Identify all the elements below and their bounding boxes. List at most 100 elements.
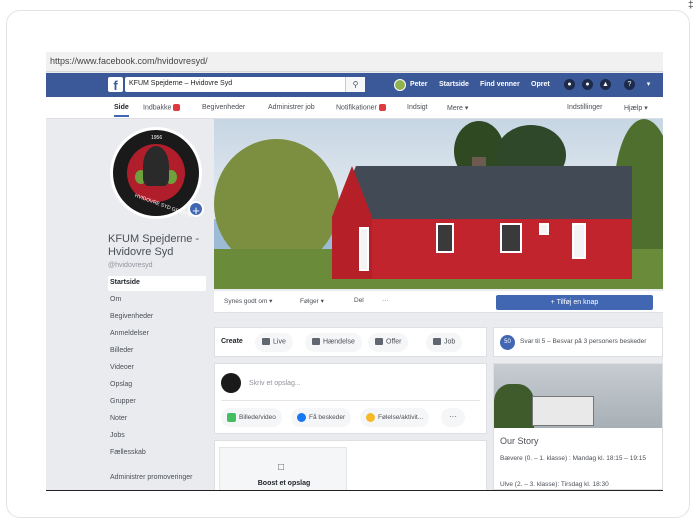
feeling-activity-label: Følelse/aktivit... bbox=[378, 414, 424, 422]
cover-house-wall bbox=[336, 219, 632, 279]
smiley-icon bbox=[366, 413, 375, 422]
create-label: Create bbox=[221, 338, 243, 345]
help-icon[interactable]: ? bbox=[624, 79, 635, 90]
create-event-button[interactable]: Hændelse bbox=[305, 333, 362, 352]
tab-notifications[interactable]: Notifikationer bbox=[336, 104, 386, 111]
response-notice[interactable]: 50 Svar til 5 – Besvar på 3 personers be… bbox=[493, 327, 663, 357]
page-avatar bbox=[221, 373, 241, 393]
header-link-create[interactable]: Opret bbox=[531, 81, 550, 88]
create-job-label: Job bbox=[444, 338, 456, 346]
facebook-logo-icon[interactable]: f bbox=[108, 77, 123, 93]
sidebar-manage-promotions[interactable]: Administrer promoveringer bbox=[108, 471, 206, 486]
share-button[interactable]: Del bbox=[354, 297, 364, 304]
liked-button[interactable]: Synes godt om ▾ bbox=[224, 297, 272, 305]
photo-video-button[interactable]: Billede/video bbox=[221, 408, 282, 427]
search-input[interactable]: KFUM Spejderne – Hvidovre Syd bbox=[125, 77, 365, 92]
response-notice-text: Svar til 5 – Besvar på 3 personers beske… bbox=[520, 338, 647, 345]
sidebar-item-about[interactable]: Om bbox=[108, 293, 206, 308]
sidebar-item-reviews[interactable]: Anmeldelser bbox=[108, 327, 206, 342]
tab-page[interactable]: Side bbox=[114, 104, 129, 117]
messenger-small-icon bbox=[297, 413, 306, 422]
create-job-button[interactable]: Job bbox=[426, 333, 463, 352]
account-menu-icon[interactable]: ▾ bbox=[643, 79, 654, 90]
cover-window-4 bbox=[572, 223, 586, 259]
cover-window-3 bbox=[539, 223, 549, 235]
facebook-screenshot: https://www.facebook.com/hvidovresyd/ f … bbox=[46, 52, 663, 490]
tab-inbox[interactable]: Indbakke bbox=[143, 104, 181, 112]
browser-url-bar[interactable]: https://www.facebook.com/hvidovresyd/ bbox=[46, 52, 663, 72]
boost-post-label: Boost et opslag bbox=[257, 480, 311, 487]
offer-tag-icon bbox=[375, 338, 383, 345]
sidebar-item-home[interactable]: Startside bbox=[108, 276, 206, 291]
facebook-header: f KFUM Spejderne – Hvidovre Syd ⚲ Peter … bbox=[46, 73, 663, 97]
cover-window-1 bbox=[436, 223, 454, 253]
create-event-label: Hændelse bbox=[323, 338, 355, 346]
boost-post-card[interactable]: □ Boost et opslag bbox=[219, 447, 347, 490]
left-sidebar: 1956 HVIDOVRE SYD GRUPPE + KFUM Spejdern… bbox=[108, 119, 211, 490]
feeling-activity-button[interactable]: Følelse/aktivit... bbox=[360, 408, 430, 427]
tab-help[interactable]: Hjælp ▾ bbox=[624, 104, 648, 112]
thumb-icon: □ bbox=[278, 462, 285, 473]
header-link-find-friends[interactable]: Find venner bbox=[480, 81, 520, 88]
tab-insights[interactable]: Indsigt bbox=[407, 104, 428, 111]
tab-events[interactable]: Begivenheder bbox=[202, 104, 245, 111]
create-live-label: Live bbox=[273, 338, 286, 346]
tab-manage-jobs[interactable]: Administrer job bbox=[268, 104, 315, 111]
cover-window-2 bbox=[500, 223, 522, 253]
sidebar-item-jobs[interactable]: Jobs bbox=[108, 429, 206, 444]
post-composer: Skriv et opslag... Billede/video Få besk… bbox=[214, 363, 487, 434]
create-panel: Create Live Hændelse Offer Job bbox=[214, 327, 487, 357]
page-handle[interactable]: @hvidovresyd bbox=[108, 262, 152, 269]
sidebar-item-community[interactable]: Fællesskab bbox=[108, 446, 206, 461]
sidebar-item-groups[interactable]: Grupper bbox=[108, 395, 206, 410]
more-actions-button[interactable]: ··· bbox=[382, 297, 389, 304]
create-live-button[interactable]: Live bbox=[255, 333, 293, 352]
logo-year: 1956 bbox=[151, 135, 163, 141]
sidebar-item-notes[interactable]: Noter bbox=[108, 412, 206, 427]
video-camera-icon bbox=[262, 338, 270, 345]
sidebar-item-posts[interactable]: Opslag bbox=[108, 378, 206, 393]
add-profile-photo-icon[interactable]: + bbox=[188, 201, 204, 218]
story-photo-tree bbox=[494, 384, 534, 428]
header-link-home[interactable]: Startside bbox=[439, 81, 469, 88]
tab-more[interactable]: Mere ▾ bbox=[447, 104, 468, 112]
our-story-card[interactable]: Our Story Bævere (0. – 1. klasse) : Mand… bbox=[493, 363, 663, 490]
header-link-profile[interactable]: Peter bbox=[410, 81, 428, 88]
user-avatar-icon[interactable] bbox=[394, 79, 406, 91]
create-offer-button[interactable]: Offer bbox=[368, 333, 409, 352]
page-title: KFUM Spejderne - Hvidovre Syd bbox=[108, 233, 200, 258]
calendar-icon bbox=[312, 338, 320, 345]
get-messages-label: Få beskeder bbox=[309, 414, 346, 422]
sidebar-item-videos[interactable]: Videoer bbox=[108, 361, 206, 376]
get-messages-button[interactable]: Få beskeder bbox=[291, 408, 352, 427]
feed-panel: □ Boost et opslag bbox=[214, 440, 487, 490]
following-button[interactable]: Følger ▾ bbox=[300, 297, 324, 305]
tab-settings[interactable]: Indstillinger bbox=[567, 104, 602, 111]
friend-requests-icon[interactable]: ● bbox=[564, 79, 575, 90]
messenger-icon[interactable]: ● bbox=[582, 79, 593, 90]
composer-more-button[interactable]: ··· bbox=[441, 408, 465, 427]
page-sub-navigation: Side Indbakke Begivenheder Administrer j… bbox=[46, 97, 663, 119]
page-action-bar: Synes godt om ▾ Følger ▾ Del ··· + Tilfø… bbox=[214, 291, 663, 313]
screenshot-bottom-border bbox=[46, 490, 663, 491]
corner-mark: ‡ bbox=[688, 0, 694, 11]
tab-notifications-label: Notifikationer bbox=[336, 104, 377, 112]
search-icon[interactable]: ⚲ bbox=[345, 77, 365, 92]
fleur-de-lis-icon bbox=[143, 146, 169, 186]
response-count-icon: 50 bbox=[500, 335, 515, 350]
add-button-cta[interactable]: + Tilføj en knap bbox=[496, 295, 653, 310]
composer-divider bbox=[221, 400, 480, 401]
post-input[interactable]: Skriv et opslag... bbox=[249, 380, 301, 387]
sidebar-item-events[interactable]: Begivenheder bbox=[108, 310, 206, 325]
create-offer-label: Offer bbox=[386, 338, 402, 346]
cover-house-roof bbox=[332, 166, 632, 220]
story-line-1: Bævere (0. – 1. klasse) : Mandag kl. 18:… bbox=[500, 455, 646, 462]
photo-icon bbox=[227, 413, 236, 422]
sidebar-item-photos[interactable]: Billeder bbox=[108, 344, 206, 359]
tab-inbox-label: Indbakke bbox=[143, 104, 172, 112]
cover-photo[interactable] bbox=[214, 119, 663, 289]
story-title: Our Story bbox=[500, 436, 539, 446]
notifications-bell-icon[interactable]: ▲ bbox=[600, 79, 611, 90]
briefcase-icon bbox=[433, 338, 441, 345]
inbox-badge bbox=[173, 104, 181, 111]
